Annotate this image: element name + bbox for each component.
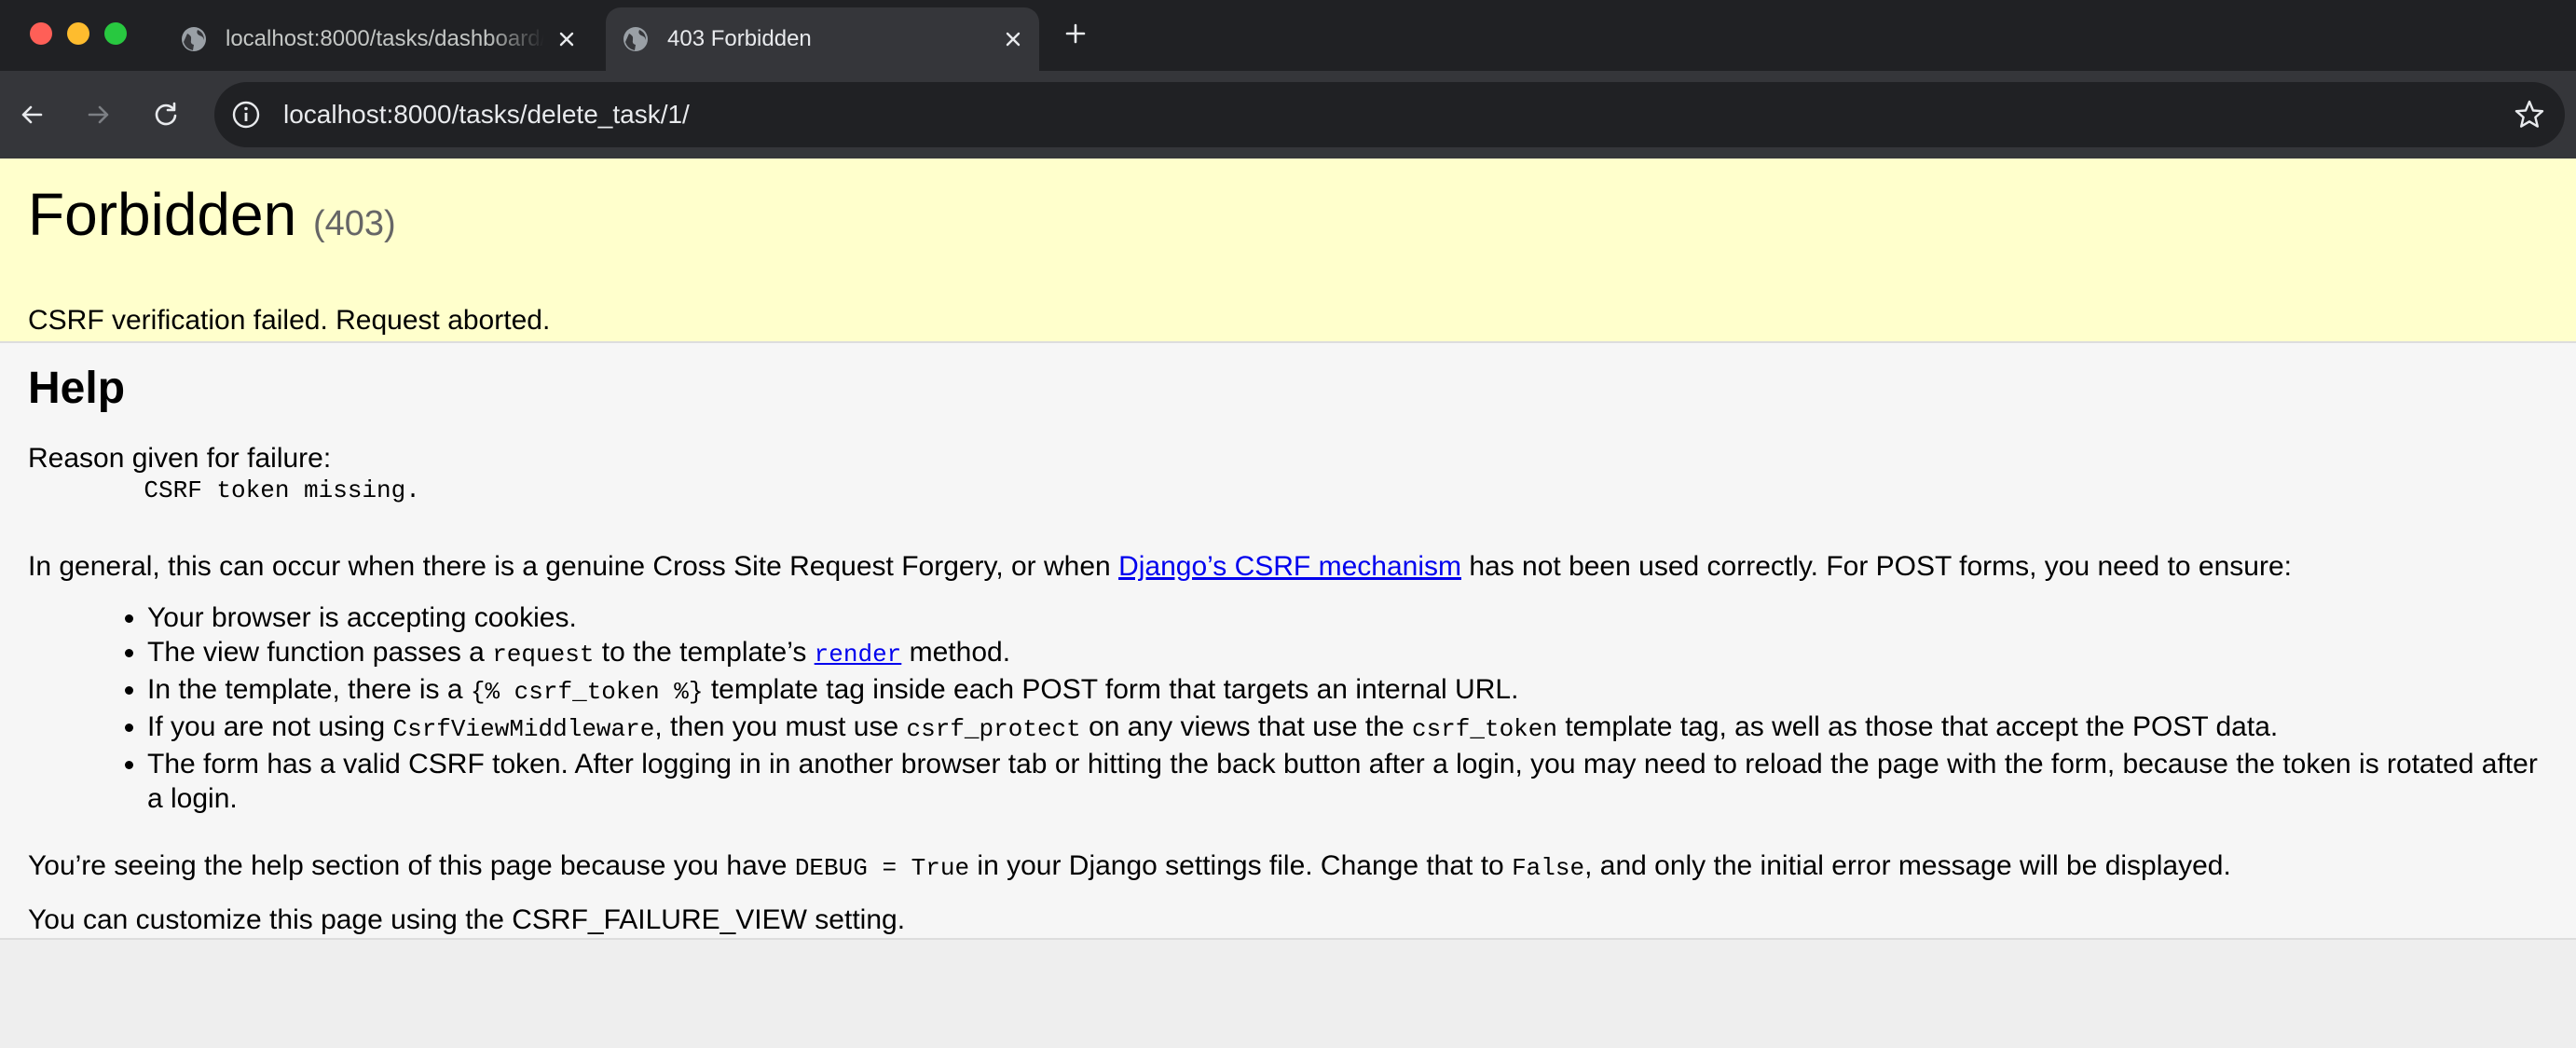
- globe-icon: [623, 27, 648, 51]
- code-csrf-token-tag: {% csrf_token %}: [470, 678, 704, 706]
- general-text-start: In general, this can occur when there is…: [28, 551, 1119, 582]
- item-text: to the template’s: [594, 637, 815, 668]
- code-debug-true: DEBUG = True: [794, 854, 970, 882]
- error-summary: Forbidden (403) CSRF verification failed…: [0, 159, 2576, 343]
- close-window-button[interactable]: [30, 22, 52, 45]
- reload-icon[interactable]: [149, 98, 183, 131]
- list-item: Your browser is accepting cookies.: [147, 600, 2548, 635]
- debug-text: , and only the initial error message wil…: [1584, 850, 2231, 881]
- close-icon[interactable]: [1002, 28, 1024, 50]
- globe-icon: [182, 27, 206, 51]
- minimize-window-button[interactable]: [67, 22, 89, 45]
- list-item: The form has a valid CSRF token. After l…: [147, 747, 2548, 816]
- debug-text: in your Django settings file. Change tha…: [969, 850, 1513, 881]
- code-middleware: CsrfViewMiddleware: [392, 715, 655, 743]
- url-text[interactable]: localhost:8000/tasks/delete_task/1/: [283, 82, 690, 147]
- bookmark-star-icon[interactable]: [2513, 98, 2546, 131]
- code-csrf-protect: csrf_protect: [906, 715, 1081, 743]
- item-text: If you are not using: [147, 711, 393, 742]
- item-text: In the template, there is a: [147, 674, 471, 705]
- code-request: request: [492, 641, 595, 669]
- help-heading: Help: [28, 364, 126, 413]
- item-text: on any views that use the: [1080, 711, 1412, 742]
- tab-strip: localhost:8000/tasks/dashboard/ 403 Forb…: [0, 0, 2576, 71]
- debug-text: You’re seeing the help section of this p…: [28, 850, 795, 881]
- close-icon[interactable]: [555, 28, 578, 50]
- customize-note: You can customize this page using the CS…: [28, 904, 906, 935]
- tab-403-forbidden[interactable]: 403 Forbidden: [606, 7, 1039, 71]
- help-section: Help Reason given for failure: CSRF toke…: [0, 343, 2576, 940]
- csrf-docs-link[interactable]: Django’s CSRF mechanism: [1118, 551, 1461, 582]
- render-docs-link[interactable]: render: [815, 641, 902, 669]
- general-explanation: In general, this can occur when there is…: [28, 550, 2548, 584]
- page-title: Forbidden (403): [28, 177, 2548, 261]
- back-arrow-icon[interactable]: [15, 98, 48, 131]
- checklist: Your browser is accepting cookies. The v…: [28, 600, 2548, 816]
- item-text: method.: [901, 637, 1011, 668]
- tab-dashboard[interactable]: localhost:8000/tasks/dashboard/: [164, 7, 593, 71]
- code-false: False: [1512, 854, 1585, 882]
- general-text-end: has not been used correctly. For POST fo…: [1460, 551, 2292, 582]
- item-text: template tag, as well as those that acce…: [1557, 711, 2279, 742]
- list-item: If you are not using CsrfViewMiddleware,…: [147, 710, 2548, 747]
- item-text: The view function passes a: [147, 637, 493, 668]
- error-message: CSRF verification failed. Request aborte…: [28, 305, 551, 336]
- item-text: Your browser is accepting cookies.: [147, 602, 577, 633]
- list-item: In the template, there is a {% csrf_toke…: [147, 672, 2548, 710]
- error-title: Forbidden: [28, 181, 297, 248]
- page-content: Forbidden (403) CSRF verification failed…: [0, 159, 2576, 940]
- item-text: template tag inside each POST form that …: [703, 674, 1519, 705]
- browser-toolbar: localhost:8000/tasks/delete_task/1/: [0, 71, 2576, 159]
- reason-value: CSRF token missing.: [86, 476, 420, 504]
- status-code: (403): [312, 204, 396, 243]
- fullscreen-window-button[interactable]: [104, 22, 127, 45]
- site-info-icon[interactable]: [229, 98, 263, 131]
- item-text: , then you must use: [654, 711, 907, 742]
- plus-icon[interactable]: [1061, 19, 1090, 48]
- code-csrf-token: csrf_token: [1411, 715, 1557, 743]
- reason-label: Reason given for failure:: [28, 443, 332, 474]
- tab-title: 403 Forbidden: [667, 26, 812, 51]
- item-text: The form has a valid CSRF token. After l…: [147, 749, 2538, 814]
- address-bar[interactable]: localhost:8000/tasks/delete_task/1/: [214, 82, 2565, 147]
- debug-note: You’re seeing the help section of this p…: [28, 849, 2548, 885]
- tab-title: localhost:8000/tasks/dashboard/: [226, 26, 544, 51]
- list-item: The view function passes a request to th…: [147, 635, 2548, 672]
- forward-arrow-icon[interactable]: [82, 98, 116, 131]
